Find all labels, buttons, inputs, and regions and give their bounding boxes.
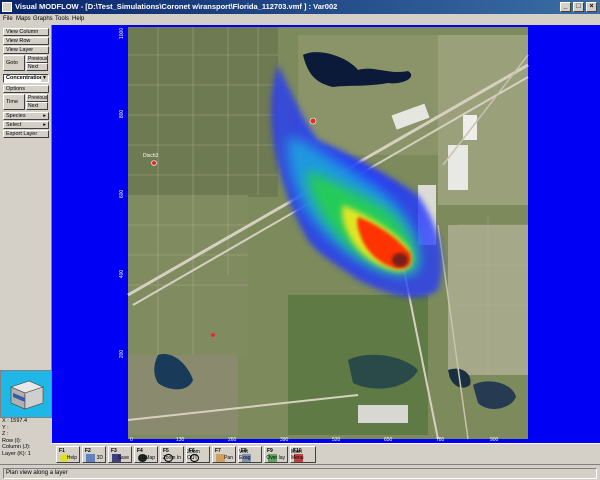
next-layer-button[interactable]: Next xyxy=(26,63,48,71)
arrow-right-icon: ▸ xyxy=(43,113,46,119)
species-label: Species xyxy=(6,113,26,119)
y-tick-label: 1000 xyxy=(119,27,125,39)
select-label: Select xyxy=(6,122,22,128)
zoom-in-button[interactable]: F5 Zoom In xyxy=(160,446,184,463)
parameter-select[interactable]: Concentration ▼ xyxy=(3,74,49,83)
help-button[interactable]: F1 Help xyxy=(56,446,80,463)
well-marker[interactable] xyxy=(309,117,317,125)
options-button[interactable]: Options xyxy=(3,85,49,93)
pan-label: Pan xyxy=(224,455,233,461)
map-label: Map xyxy=(145,455,155,461)
app-icon[interactable] xyxy=(2,2,12,12)
map-canvas[interactable]: Disch3 xyxy=(118,25,530,443)
chevron-down-icon: ▼ xyxy=(41,75,48,82)
left-panel: View Column View Row View Layer Goto Pre… xyxy=(0,25,52,370)
goto-button[interactable]: Goto xyxy=(3,55,25,71)
vert-exag-label: Vert Exag xyxy=(239,449,251,461)
3d-label: 3D xyxy=(96,455,103,461)
view-cube-panel[interactable] xyxy=(0,370,52,418)
cube-icon xyxy=(10,380,44,410)
menu-tools[interactable]: Tools xyxy=(55,16,69,22)
coordinate-readout: X : 1597.4 Y : Z : Row (I): Column (J): … xyxy=(0,418,52,460)
layer-index: Layer (K): 1 xyxy=(2,450,31,457)
well-marker[interactable] xyxy=(211,333,215,337)
overlay-button[interactable]: F9 Over lay xyxy=(264,446,288,463)
view-row-button[interactable]: View Row xyxy=(3,37,49,45)
species-button[interactable]: Species ▸ xyxy=(3,112,49,120)
vert-exag-button[interactable]: F8 Vert Exag xyxy=(238,446,262,463)
zoom-out-button[interactable]: F6 Zoom OUT xyxy=(186,446,210,463)
next-time-button[interactable]: Next xyxy=(26,102,48,110)
zoom-out-label: Zoom OUT xyxy=(187,449,200,461)
y-tick-label: 600 xyxy=(119,189,125,199)
window-title: Visual MODFLOW - [D:\Test_Simulations\Co… xyxy=(15,2,338,11)
arrow-right-icon: ▸ xyxy=(43,122,46,128)
main-menu-button[interactable]: F10 Main Menu xyxy=(290,446,316,463)
menu-bar: File Maps Graphs Tools Help xyxy=(0,14,600,25)
building-area xyxy=(448,145,468,190)
well-marker[interactable] xyxy=(151,160,157,166)
menu-file[interactable]: File xyxy=(3,16,13,22)
well-label: Disch3 xyxy=(143,153,159,159)
y-tick-label: 200 xyxy=(119,349,125,359)
view-column-button[interactable]: View Column xyxy=(3,28,49,36)
time-button[interactable]: Time xyxy=(3,94,25,110)
previous-layer-button[interactable]: Previous xyxy=(26,55,48,63)
menu-help[interactable]: Help xyxy=(72,16,84,22)
minimize-button[interactable]: _ xyxy=(560,2,571,12)
status-bar: Plan view along a layer xyxy=(0,464,600,480)
save-button[interactable]: F3 Save xyxy=(108,446,132,463)
overlay-label: Over lay xyxy=(266,455,285,461)
y-tick-label: 800 xyxy=(119,109,125,119)
map-button[interactable]: F4 Map xyxy=(134,446,158,463)
menu-maps[interactable]: Maps xyxy=(16,16,31,22)
export-layer-button[interactable]: Export Layer xyxy=(3,130,49,138)
parameter-select-value: Concentration xyxy=(6,75,44,81)
menu-graphs[interactable]: Graphs xyxy=(33,16,53,22)
zoom-in-label: Zoom In xyxy=(162,455,181,461)
cube-icon xyxy=(86,454,95,462)
function-key-toolbar: F1 Help F2 3D F3 Save F4 Map F5 Zoom In … xyxy=(52,443,600,464)
save-label: Save xyxy=(117,455,129,461)
title-bar: Visual MODFLOW - [D:\Test_Simulations\Co… xyxy=(0,0,600,14)
select-button[interactable]: Select ▸ xyxy=(3,121,49,129)
maximize-button[interactable]: □ xyxy=(573,2,584,12)
previous-time-button[interactable]: Previous xyxy=(26,94,48,102)
view-layer-button[interactable]: View Layer xyxy=(3,46,49,54)
y-tick-label: 400 xyxy=(119,269,125,279)
help-label: Help xyxy=(66,455,77,461)
main-menu-label: Main Menu xyxy=(291,449,304,461)
pan-button[interactable]: F7 Pan xyxy=(212,446,236,463)
building-area xyxy=(358,405,408,423)
close-button[interactable]: × xyxy=(586,2,597,12)
aerial-map xyxy=(127,27,529,440)
status-message: Plan view along a layer xyxy=(3,468,597,479)
3d-button[interactable]: F2 3D xyxy=(82,446,106,463)
